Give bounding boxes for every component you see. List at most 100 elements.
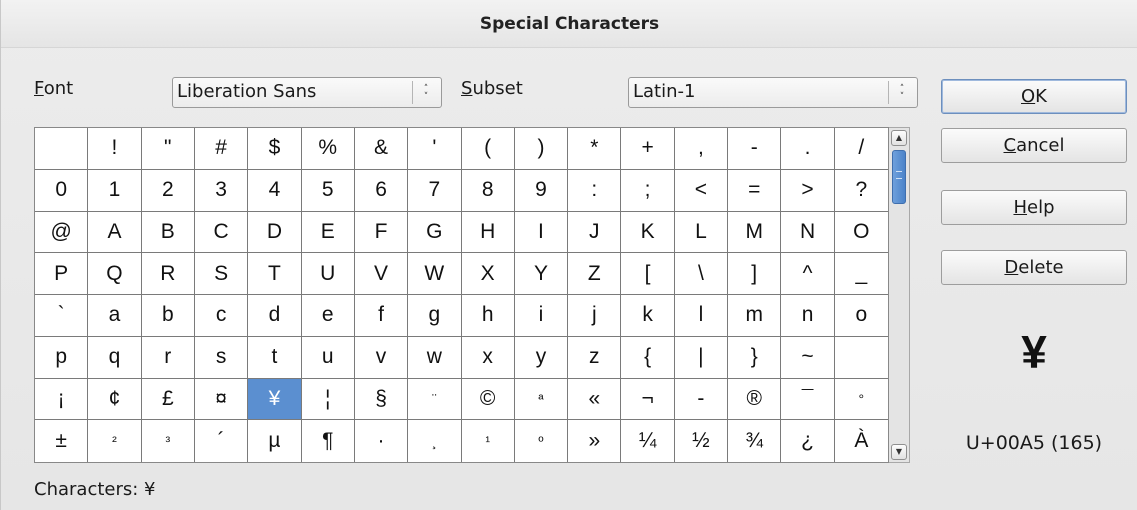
character-cell[interactable]: `: [35, 295, 89, 337]
character-cell[interactable]: ·: [354, 420, 409, 462]
character-cell[interactable]: %: [301, 128, 355, 170]
character-cell[interactable]: µ: [248, 420, 302, 462]
character-cell[interactable]: ¢: [88, 378, 142, 421]
character-cell[interactable]: ): [514, 128, 569, 170]
character-cell[interactable]: -: [674, 378, 729, 421]
ok-button[interactable]: OK: [941, 79, 1127, 114]
character-cell[interactable]: &: [354, 128, 409, 170]
character-cell[interactable]: º: [514, 420, 569, 462]
character-cell[interactable]: ²: [88, 420, 142, 462]
character-cell[interactable]: v: [354, 336, 409, 379]
character-cell[interactable]: o: [834, 295, 888, 337]
character-cell[interactable]: R: [141, 253, 195, 295]
character-cell[interactable]: 0: [35, 169, 89, 212]
character-cell[interactable]: l: [674, 295, 729, 337]
character-cell[interactable]: X: [461, 253, 515, 295]
character-cell[interactable]: u: [301, 336, 355, 379]
character-cell[interactable]: i: [514, 295, 569, 337]
character-cell[interactable]: ½: [674, 420, 729, 462]
character-cell[interactable]: ;: [621, 169, 675, 212]
character-cell[interactable]: [35, 128, 89, 170]
character-cell[interactable]: £: [141, 378, 195, 421]
character-cell[interactable]: *: [568, 128, 622, 170]
character-cell[interactable]: M: [728, 211, 782, 254]
character-cell[interactable]: 8: [461, 169, 515, 212]
character-cell[interactable]: L: [674, 211, 729, 254]
character-cell[interactable]: ³: [141, 420, 195, 462]
character-cell[interactable]: ®: [728, 378, 782, 421]
character-cell[interactable]: 3: [194, 169, 249, 212]
character-cell[interactable]: s: [194, 336, 249, 379]
character-cell[interactable]: -: [728, 128, 782, 170]
character-cell[interactable]: ¯: [781, 378, 835, 421]
character-cell[interactable]: ¬: [621, 378, 675, 421]
character-cell[interactable]: K: [621, 211, 675, 254]
character-cell[interactable]: 9: [514, 169, 569, 212]
character-cell[interactable]: r: [141, 336, 195, 379]
character-cell[interactable]: A: [88, 211, 142, 254]
character-cell[interactable]: <: [674, 169, 729, 212]
character-cell[interactable]: ¥: [248, 378, 302, 421]
character-cell[interactable]: B: [141, 211, 195, 254]
character-cell[interactable]: #: [194, 128, 249, 170]
character-cell[interactable]: ´: [194, 420, 249, 462]
character-cell[interactable]: V: [354, 253, 409, 295]
character-cell[interactable]: G: [408, 211, 462, 254]
character-cell[interactable]: H: [461, 211, 515, 254]
character-cell[interactable]: ¹: [461, 420, 515, 462]
character-cell[interactable]: 1: [88, 169, 142, 212]
character-cell[interactable]: q: [88, 336, 142, 379]
character-cell[interactable]: »: [568, 420, 622, 462]
character-cell[interactable]: j: [568, 295, 622, 337]
character-cell[interactable]: e: [301, 295, 355, 337]
character-cell[interactable]: >: [781, 169, 835, 212]
character-cell[interactable]: Y: [514, 253, 569, 295]
character-cell[interactable]: ": [141, 128, 195, 170]
subset-combobox[interactable]: Latin-1 ˄ ˅: [628, 77, 918, 108]
character-cell[interactable]: ¦: [301, 378, 355, 421]
font-combobox[interactable]: Liberation Sans ˄ ˅: [172, 77, 442, 108]
character-cell[interactable]: .: [781, 128, 835, 170]
character-cell[interactable]: N: [781, 211, 835, 254]
cancel-button[interactable]: Cancel: [941, 128, 1127, 163]
character-cell[interactable]: S: [194, 253, 249, 295]
character-cell[interactable]: P: [35, 253, 89, 295]
character-cell[interactable]: 4: [248, 169, 302, 212]
character-cell[interactable]: Q: [88, 253, 142, 295]
character-cell[interactable]: J: [568, 211, 622, 254]
character-cell[interactable]: !: [88, 128, 142, 170]
character-cell[interactable]: y: [514, 336, 569, 379]
scroll-down-arrow-icon[interactable]: ▼: [891, 444, 907, 460]
scrollbar-thumb[interactable]: [892, 150, 906, 204]
character-cell[interactable]: z: [568, 336, 622, 379]
character-cell[interactable]: °: [834, 378, 888, 421]
character-cell[interactable]: E: [301, 211, 355, 254]
character-cell[interactable]: h: [461, 295, 515, 337]
character-cell[interactable]: 7: [408, 169, 462, 212]
character-cell[interactable]: /: [834, 128, 888, 170]
character-cell[interactable]: k: [621, 295, 675, 337]
character-cell[interactable]: =: [728, 169, 782, 212]
character-cell[interactable]: b: [141, 295, 195, 337]
character-cell[interactable]: ': [408, 128, 462, 170]
character-cell[interactable]: I: [514, 211, 569, 254]
character-cell[interactable]: m: [728, 295, 782, 337]
character-cell[interactable]: ¿: [781, 420, 835, 462]
character-cell[interactable]: §: [354, 378, 409, 421]
character-cell[interactable]: {: [621, 336, 675, 379]
character-cell[interactable]: @: [35, 211, 89, 254]
character-cell[interactable]: ¤: [194, 378, 249, 421]
character-cell[interactable]: Z: [568, 253, 622, 295]
character-cell[interactable]: }: [728, 336, 782, 379]
character-cell[interactable]: n: [781, 295, 835, 337]
character-cell[interactable]: ±: [35, 420, 89, 462]
character-cell[interactable]: «: [568, 378, 622, 421]
character-cell[interactable]: ¡: [35, 378, 89, 421]
character-cell[interactable]: ]: [728, 253, 782, 295]
character-cell[interactable]: ^: [781, 253, 835, 295]
character-cell[interactable]: ,: [674, 128, 729, 170]
character-cell[interactable]: ?: [834, 169, 888, 212]
character-cell[interactable]: [: [621, 253, 675, 295]
character-cell[interactable]: 2: [141, 169, 195, 212]
character-cell[interactable]: ©: [461, 378, 515, 421]
